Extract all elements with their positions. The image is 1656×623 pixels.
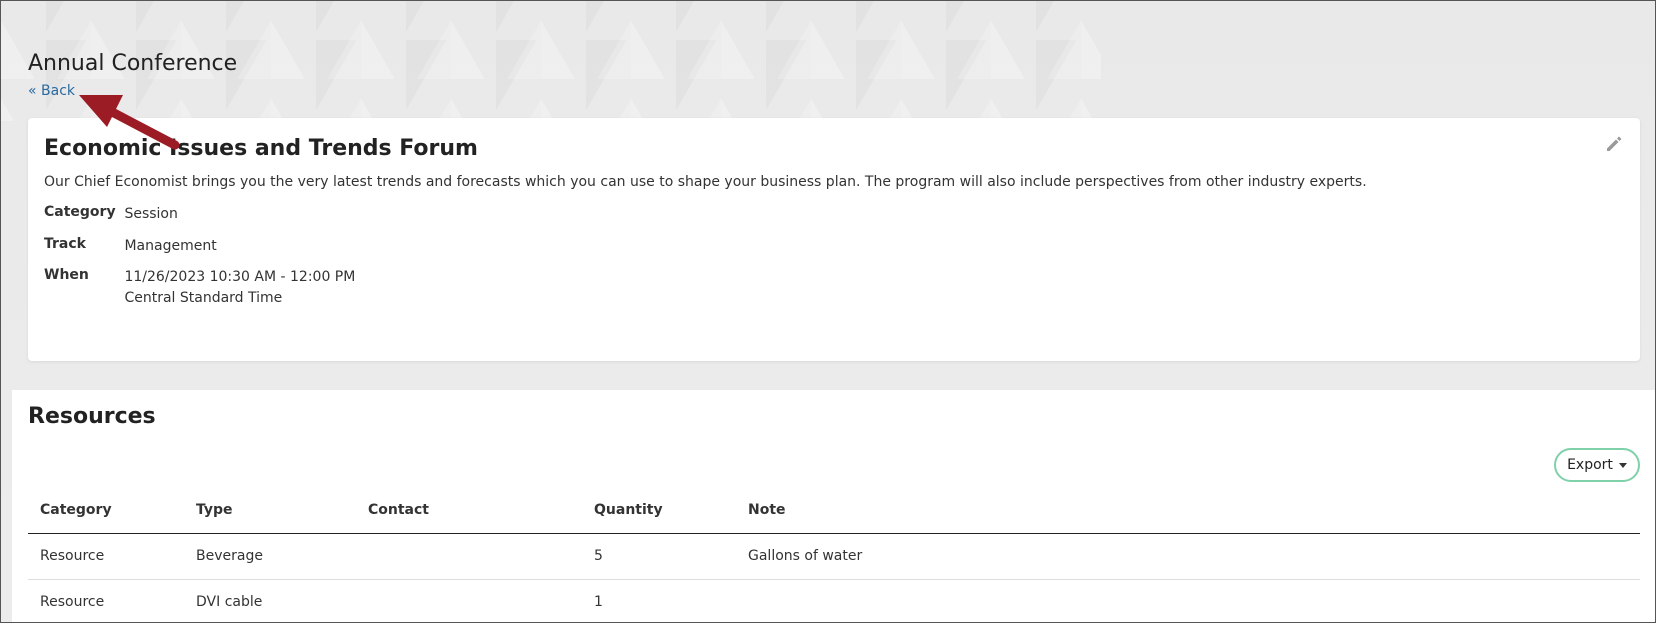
detail-label: Track (44, 236, 86, 252)
when-datetime: 11/26/2023 10:30 AM - 12:00 PM (124, 269, 356, 285)
cell-contact (356, 579, 582, 622)
resources-title: Resources (28, 404, 156, 429)
detail-value: Session (124, 206, 178, 222)
detail-value: 11/26/2023 10:30 AM - 12:00 PM Central S… (124, 267, 355, 309)
table-row[interactable]: Resource Beverage 5 Gallons of water (28, 533, 1640, 580)
page-title: Annual Conference (28, 51, 238, 76)
cell-note (736, 579, 1640, 622)
table-header-row: Category Type Contact Quantity Note (28, 487, 1640, 534)
cell-quantity: 5 (582, 533, 736, 580)
session-title: Economic Issues and Trends Forum (44, 136, 478, 161)
export-button[interactable]: Export (1554, 448, 1640, 482)
detail-category: Category Session (44, 204, 178, 225)
detail-track: Track Management (44, 236, 217, 257)
export-label: Export (1567, 457, 1613, 473)
resources-table: Category Type Contact Quantity Note Reso… (28, 487, 1640, 622)
column-header[interactable]: Category (28, 487, 184, 534)
cell-quantity: 1 (582, 579, 736, 622)
column-header[interactable]: Type (184, 487, 356, 534)
detail-label: When (44, 267, 89, 283)
session-description: Our Chief Economist brings you the very … (44, 174, 1367, 190)
column-header[interactable]: Contact (356, 487, 582, 534)
cell-category: Resource (28, 579, 184, 622)
column-header[interactable]: Note (736, 487, 1640, 534)
cell-category: Resource (28, 533, 184, 580)
cell-type: DVI cable (184, 579, 356, 622)
detail-value: Management (124, 238, 217, 254)
session-card: Economic Issues and Trends Forum Our Chi… (28, 118, 1640, 361)
cell-note: Gallons of water (736, 533, 1640, 580)
cell-contact (356, 533, 582, 580)
resources-section: Resources Export Category Type Contact Q… (12, 390, 1655, 622)
caret-down-icon (1618, 462, 1627, 468)
when-timezone: Central Standard Time (124, 290, 283, 306)
column-header[interactable]: Quantity (582, 487, 736, 534)
cell-type: Beverage (184, 533, 356, 580)
pencil-icon[interactable] (1604, 134, 1624, 154)
table-row[interactable]: Resource DVI cable 1 (28, 579, 1640, 622)
detail-when: When 11/26/2023 10:30 AM - 12:00 PM Cent… (44, 267, 355, 309)
back-link[interactable]: « Back (28, 83, 75, 99)
app-frame: Annual Conference « Back Economic Issues… (0, 0, 1656, 623)
detail-label: Category (44, 204, 116, 220)
